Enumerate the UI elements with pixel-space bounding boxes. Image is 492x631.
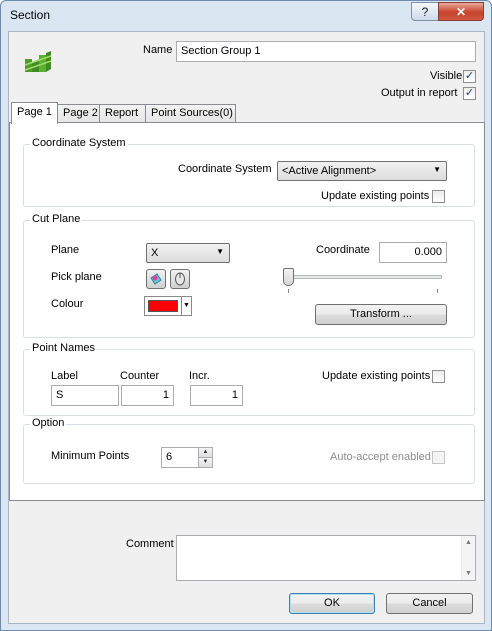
colour-picker[interactable]: ▼ [144,296,192,316]
slider-tick-end [437,289,438,293]
colour-swatch [148,300,178,312]
option-group-title: Option [30,417,67,429]
cs-update-existing-checkbox[interactable] [432,190,445,203]
visible-checkbox[interactable]: ✓ [463,70,476,83]
cancel-button[interactable]: Cancel [386,593,473,614]
window-title: Section [10,8,51,22]
chevron-down-icon: ▼ [433,165,441,174]
pick-plane-icon [150,273,162,285]
option-group: Option Minimum Points 6 ▲ ▼ Auto-accept … [23,417,475,484]
scroll-up-icon: ▲ [465,539,472,546]
label-field[interactable]: S [51,385,119,406]
coordinate-system-value: <Active Alignment> [282,165,377,177]
name-field[interactable]: Section Group 1 [176,41,476,62]
auto-accept-label: Auto-accept enabled [330,451,431,463]
coordinate-field[interactable]: 0.000 [379,242,447,263]
spin-down-button[interactable]: ▼ [198,457,213,468]
pick-plane-from-view-button[interactable] [146,269,166,289]
tab-panel-page-1: Coordinate System Coordinate System <Act… [9,122,485,501]
point-names-group: Point Names Label Counter Incr. S 1 1 Up… [23,342,475,416]
label-header: Label [51,370,78,382]
auto-accept-checkbox[interactable] [432,451,445,464]
chevron-down-icon: ▼ [181,297,191,315]
pn-update-existing-checkbox[interactable] [432,370,445,383]
coordinate-label: Coordinate [316,244,370,256]
visible-label: Visible [430,70,463,82]
transform-button[interactable]: Transform ... [315,304,447,325]
counter-header: Counter [120,370,160,382]
plane-value: X [151,247,159,259]
chevron-down-icon: ▼ [216,247,224,256]
colour-label: Colour [51,298,84,310]
coordinate-system-label: Coordinate System [178,163,272,175]
comment-label: Comment [126,538,174,550]
comment-field[interactable]: ▲ ▼ [176,535,476,581]
tab-point-sources[interactable]: Point Sources(0) [145,104,236,123]
coordinate-system-group-title: Coordinate System [30,137,128,149]
cut-plane-group: Cut Plane Plane X ▼ Coordinate 0.000 Pic… [23,213,475,338]
output-in-report-checkbox[interactable]: ✓ [463,87,476,100]
incr-field[interactable]: 1 [190,385,243,406]
help-button[interactable]: ? [411,2,439,21]
section-dialog: Section ? ✕ Name Section Group 1 Visible… [0,0,492,631]
cut-plane-group-title: Cut Plane [30,213,83,225]
name-label: Name [143,44,173,56]
counter-field[interactable]: 1 [121,385,174,406]
coordinate-slider-thumb[interactable] [283,268,294,286]
tab-page-2[interactable]: Page 2 [57,104,100,123]
dialog-client: Name Section Group 1 Visible ✓ Output in… [8,31,485,624]
pn-update-existing-label: Update existing points [322,370,431,382]
tab-report[interactable]: Report [99,104,146,123]
section-group-icon [24,51,52,72]
cs-update-existing-label: Update existing points [321,190,430,202]
incr-header: Incr. [189,370,210,382]
slider-tick-start [288,289,289,293]
title-bar[interactable]: Section ? ✕ [1,1,491,30]
tab-page-1[interactable]: Page 1 [11,102,58,124]
ok-button[interactable]: OK [289,593,375,614]
coordinate-system-group: Coordinate System Coordinate System <Act… [23,137,475,207]
close-button[interactable]: ✕ [438,2,484,21]
pick-plane-mouse-button[interactable] [170,269,190,289]
minimum-points-label: Minimum Points [51,450,130,462]
coordinate-slider-track[interactable] [286,275,442,279]
plane-label: Plane [51,244,80,256]
pick-plane-label: Pick plane [51,271,102,283]
minimum-points-field[interactable]: 6 [161,447,199,468]
comment-scrollbar[interactable]: ▲ ▼ [461,536,475,580]
point-names-group-title: Point Names [30,342,97,354]
coordinate-system-dropdown[interactable]: <Active Alignment> ▼ [277,161,447,181]
mouse-icon [175,272,185,286]
scroll-down-icon: ▼ [465,570,472,577]
output-in-report-label: Output in report [381,87,458,99]
plane-dropdown[interactable]: X ▼ [146,243,230,263]
